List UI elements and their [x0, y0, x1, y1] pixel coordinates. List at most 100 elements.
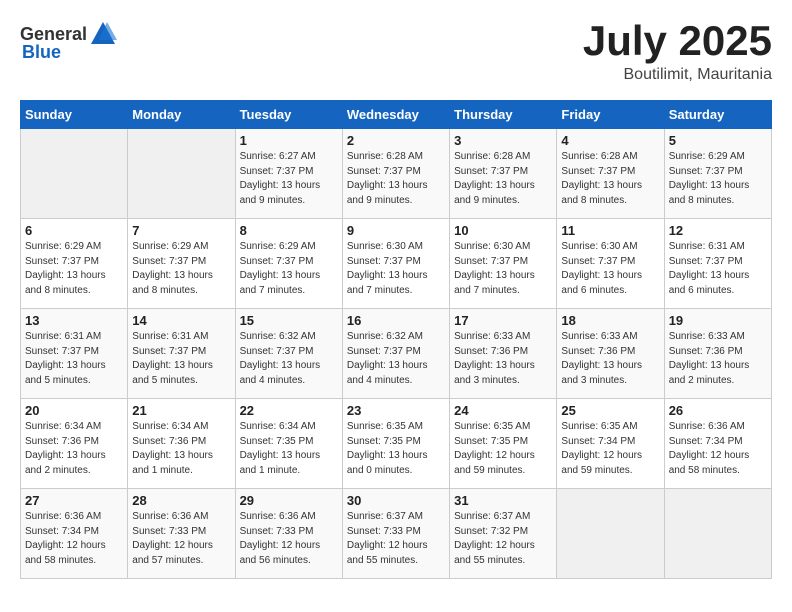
day-number: 12 — [669, 223, 767, 238]
logo-icon — [89, 20, 117, 48]
calendar-cell: 17 Sunrise: 6:33 AM Sunset: 7:36 PM Dayli… — [450, 309, 557, 399]
weekday-header-row: SundayMondayTuesdayWednesdayThursdayFrid… — [21, 101, 772, 129]
weekday-header-wednesday: Wednesday — [342, 101, 449, 129]
calendar-cell: 4 Sunrise: 6:28 AM Sunset: 7:37 PM Daylig… — [557, 129, 664, 219]
calendar-cell: 19Sunrise: 6:33 AM Sunset: 7:36 PM Dayli… — [664, 309, 771, 399]
weekday-header-tuesday: Tuesday — [235, 101, 342, 129]
day-info: Sunrise: 6:32 AM Sunset: 7:37 PM Dayligh… — [347, 330, 445, 388]
day-number: 17 — [454, 313, 552, 328]
day-number: 29 — [240, 493, 338, 508]
day-info: Sunrise: 6:29 AM Sunset: 7:37 PM Dayligh… — [240, 240, 338, 298]
calendar-cell: 8 Sunrise: 6:29 AM Sunset: 7:37 PM Daylig… — [235, 219, 342, 309]
calendar-week-row: 1Sunrise: 6:27 AM Sunset: 7:37 PM Daylig… — [21, 129, 772, 219]
calendar-cell: 27 Sunrise: 6:36 AM Sunset: 7:34 PM Dayli… — [21, 489, 128, 579]
day-info: Sunrise: 6:27 AM Sunset: 7:37 PM Dayligh… — [240, 150, 338, 208]
day-number: 27 — [25, 493, 123, 508]
day-info: Sunrise: 6:36 AM Sunset: 7:33 PM Dayligh… — [132, 510, 230, 568]
calendar-week-row: 20 Sunrise: 6:34 AM Sunset: 7:36 PM Dayli… — [21, 399, 772, 489]
day-number: 15 — [240, 313, 338, 328]
day-info: Sunrise: 6:28 AM Sunset: 7:37 PM Dayligh… — [454, 150, 552, 208]
calendar-cell: 16 Sunrise: 6:32 AM Sunset: 7:37 PM Dayli… — [342, 309, 449, 399]
day-number: 23 — [347, 403, 445, 418]
day-info: Sunrise: 6:29 AM Sunset: 7:37 PM Dayligh… — [132, 240, 230, 298]
weekday-header-friday: Friday — [557, 101, 664, 129]
day-number: 30 — [347, 493, 445, 508]
day-info: Sunrise: 6:34 AM Sunset: 7:36 PM Dayligh… — [132, 420, 230, 478]
calendar-cell: 12 Sunrise: 6:31 AM Sunset: 7:37 PM Dayli… — [664, 219, 771, 309]
day-info: Sunrise: 6:28 AM Sunset: 7:37 PM Dayligh… — [561, 150, 659, 208]
day-number: 18 — [561, 313, 659, 328]
day-info: Sunrise: 6:35 AM Sunset: 7:35 PM Dayligh… — [347, 420, 445, 478]
calendar-cell — [21, 129, 128, 219]
day-info: Sunrise: 6:33 AM Sunset: 7:36 PM Dayligh… — [561, 330, 659, 388]
day-number: 9 — [347, 223, 445, 238]
day-info: Sunrise: 6:34 AM Sunset: 7:35 PM Dayligh… — [240, 420, 338, 478]
logo-blue: Blue — [22, 42, 61, 63]
day-info: Sunrise: 6:30 AM Sunset: 7:37 PM Dayligh… — [561, 240, 659, 298]
day-number: 10 — [454, 223, 552, 238]
title-block: July 2025 Boutilimit, Mauritania — [583, 20, 772, 84]
day-number: 5 — [669, 133, 767, 148]
day-number: 26 — [669, 403, 767, 418]
day-info: Sunrise: 6:36 AM Sunset: 7:33 PM Dayligh… — [240, 510, 338, 568]
month-title: July 2025 — [583, 20, 772, 62]
day-info: Sunrise: 6:36 AM Sunset: 7:34 PM Dayligh… — [669, 420, 767, 478]
day-number: 28 — [132, 493, 230, 508]
day-number: 8 — [240, 223, 338, 238]
day-info: Sunrise: 6:31 AM Sunset: 7:37 PM Dayligh… — [669, 240, 767, 298]
calendar-cell — [128, 129, 235, 219]
calendar-cell: 10 Sunrise: 6:30 AM Sunset: 7:37 PM Dayli… — [450, 219, 557, 309]
calendar-cell: 13 Sunrise: 6:31 AM Sunset: 7:37 PM Dayli… — [21, 309, 128, 399]
day-number: 21 — [132, 403, 230, 418]
calendar-cell: 11Sunrise: 6:30 AM Sunset: 7:37 PM Dayli… — [557, 219, 664, 309]
day-number: 22 — [240, 403, 338, 418]
day-number: 2 — [347, 133, 445, 148]
day-info: Sunrise: 6:31 AM Sunset: 7:37 PM Dayligh… — [132, 330, 230, 388]
day-info: Sunrise: 6:35 AM Sunset: 7:35 PM Dayligh… — [454, 420, 552, 478]
day-info: Sunrise: 6:33 AM Sunset: 7:36 PM Dayligh… — [454, 330, 552, 388]
day-info: Sunrise: 6:37 AM Sunset: 7:32 PM Dayligh… — [454, 510, 552, 568]
calendar-cell: 31Sunrise: 6:37 AM Sunset: 7:32 PM Dayli… — [450, 489, 557, 579]
day-info: Sunrise: 6:29 AM Sunset: 7:37 PM Dayligh… — [669, 150, 767, 208]
calendar-week-row: 6Sunrise: 6:29 AM Sunset: 7:37 PM Daylig… — [21, 219, 772, 309]
day-number: 4 — [561, 133, 659, 148]
day-info: Sunrise: 6:37 AM Sunset: 7:33 PM Dayligh… — [347, 510, 445, 568]
calendar-cell: 28 Sunrise: 6:36 AM Sunset: 7:33 PM Dayli… — [128, 489, 235, 579]
day-info: Sunrise: 6:34 AM Sunset: 7:36 PM Dayligh… — [25, 420, 123, 478]
day-number: 14 — [132, 313, 230, 328]
page-header: General Blue July 2025 Boutilimit, Mauri… — [20, 20, 772, 84]
day-number: 20 — [25, 403, 123, 418]
day-info: Sunrise: 6:33 AM Sunset: 7:36 PM Dayligh… — [669, 330, 767, 388]
day-number: 24 — [454, 403, 552, 418]
calendar-cell: 7 Sunrise: 6:29 AM Sunset: 7:37 PM Daylig… — [128, 219, 235, 309]
day-number: 13 — [25, 313, 123, 328]
calendar-cell: 21 Sunrise: 6:34 AM Sunset: 7:36 PM Dayli… — [128, 399, 235, 489]
day-number: 7 — [132, 223, 230, 238]
calendar-cell: 22 Sunrise: 6:34 AM Sunset: 7:35 PM Dayli… — [235, 399, 342, 489]
calendar-table: SundayMondayTuesdayWednesdayThursdayFrid… — [20, 100, 772, 579]
calendar-cell: 2Sunrise: 6:28 AM Sunset: 7:37 PM Daylig… — [342, 129, 449, 219]
calendar-cell: 15 Sunrise: 6:32 AM Sunset: 7:37 PM Dayli… — [235, 309, 342, 399]
day-number: 16 — [347, 313, 445, 328]
logo: General Blue — [20, 20, 117, 63]
calendar-cell: 24 Sunrise: 6:35 AM Sunset: 7:35 PM Dayli… — [450, 399, 557, 489]
weekday-header-monday: Monday — [128, 101, 235, 129]
calendar-cell: 6Sunrise: 6:29 AM Sunset: 7:37 PM Daylig… — [21, 219, 128, 309]
calendar-cell: 29 Sunrise: 6:36 AM Sunset: 7:33 PM Dayli… — [235, 489, 342, 579]
day-info: Sunrise: 6:36 AM Sunset: 7:34 PM Dayligh… — [25, 510, 123, 568]
day-info: Sunrise: 6:30 AM Sunset: 7:37 PM Dayligh… — [454, 240, 552, 298]
calendar-cell — [557, 489, 664, 579]
day-number: 25 — [561, 403, 659, 418]
calendar-cell: 3Sunrise: 6:28 AM Sunset: 7:37 PM Daylig… — [450, 129, 557, 219]
calendar-cell: 26 Sunrise: 6:36 AM Sunset: 7:34 PM Dayli… — [664, 399, 771, 489]
day-info: Sunrise: 6:31 AM Sunset: 7:37 PM Dayligh… — [25, 330, 123, 388]
weekday-header-thursday: Thursday — [450, 101, 557, 129]
calendar-cell: 14 Sunrise: 6:31 AM Sunset: 7:37 PM Dayli… — [128, 309, 235, 399]
calendar-cell: 25 Sunrise: 6:35 AM Sunset: 7:34 PM Dayli… — [557, 399, 664, 489]
calendar-cell: 1Sunrise: 6:27 AM Sunset: 7:37 PM Daylig… — [235, 129, 342, 219]
calendar-cell: 20 Sunrise: 6:34 AM Sunset: 7:36 PM Dayli… — [21, 399, 128, 489]
day-info: Sunrise: 6:29 AM Sunset: 7:37 PM Dayligh… — [25, 240, 123, 298]
day-info: Sunrise: 6:35 AM Sunset: 7:34 PM Dayligh… — [561, 420, 659, 478]
day-info: Sunrise: 6:32 AM Sunset: 7:37 PM Dayligh… — [240, 330, 338, 388]
day-info: Sunrise: 6:30 AM Sunset: 7:37 PM Dayligh… — [347, 240, 445, 298]
